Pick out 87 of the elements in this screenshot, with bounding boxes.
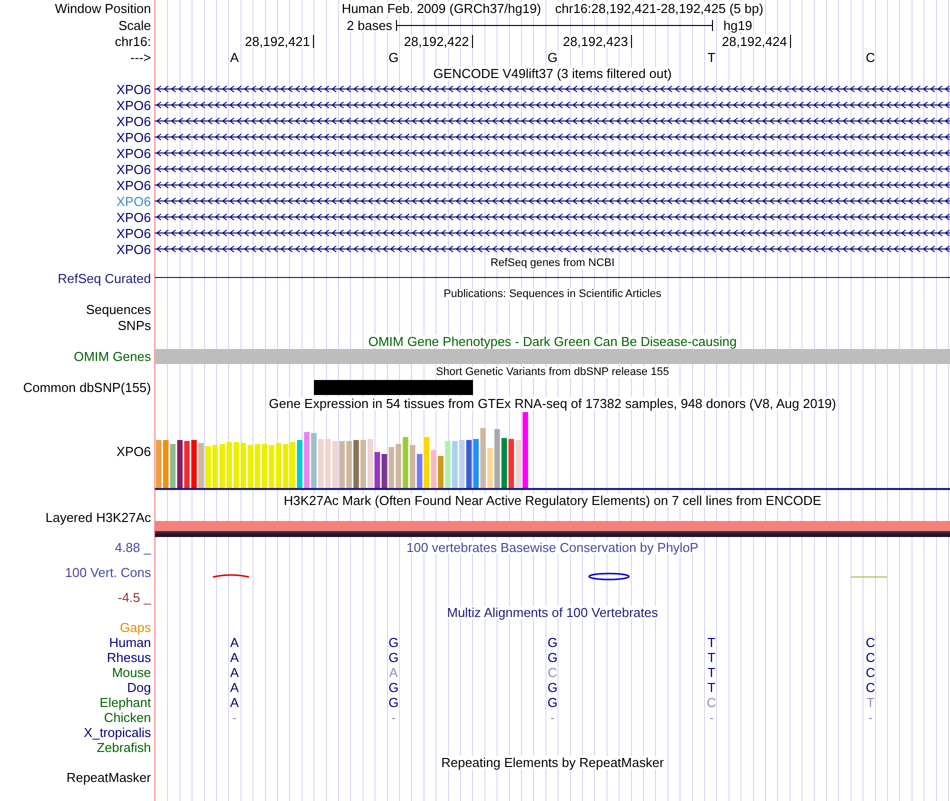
- gene-label[interactable]: XPO6: [116, 82, 151, 96]
- track-label[interactable]: Common dbSNP(155): [23, 381, 151, 394]
- alignment-base: T: [866, 696, 874, 709]
- scale-text: 2 bases: [346, 18, 392, 32]
- gene-label[interactable]: XPO6: [116, 146, 151, 160]
- coordinate-label: 28,192,423: [562, 34, 632, 48]
- gene-label[interactable]: XPO6: [116, 130, 151, 144]
- track-title: GENCODE V49lift37 (3 items filtered out): [433, 66, 672, 80]
- track-title: Publications: Sequences in Scientific Articles: [444, 288, 662, 300]
- species-label[interactable]: Human: [109, 636, 151, 649]
- track-title: Gene Expression in 54 tissues from GTEx RNA-seq of 17382 samples, 948 donors (V8, Aug 2019): [268, 397, 836, 410]
- track-title: OMIM Gene Phenotypes - Dark Green Can Be Disease-causing: [368, 335, 737, 348]
- alignment-base: A: [230, 636, 239, 649]
- alignment-base: A: [389, 666, 398, 679]
- alignment-base: G: [547, 681, 558, 694]
- alignment-base: G: [547, 651, 558, 664]
- track-label[interactable]: XPO6: [116, 444, 151, 458]
- base-letter: C: [866, 50, 876, 64]
- alignment-base: -: [709, 711, 714, 724]
- base-letter: A: [230, 50, 239, 64]
- species-label[interactable]: Elephant: [100, 696, 151, 709]
- alignment-base: G: [388, 636, 399, 649]
- track-title: Repeating Elements by RepeatMasker: [441, 756, 664, 769]
- gene-label[interactable]: XPO6: [116, 114, 151, 128]
- assembly-text: hg19: [723, 18, 752, 32]
- alignment-base: C: [866, 666, 876, 679]
- alignment-base: A: [230, 696, 239, 709]
- track-label[interactable]: RefSeq Curated: [58, 272, 151, 284]
- alignment-base: C: [548, 666, 558, 679]
- track-label[interactable]: Sequences: [86, 302, 151, 318]
- alignment-base: G: [547, 636, 558, 649]
- alignment-base: A: [230, 651, 239, 664]
- row-label: Window Position: [54, 2, 151, 15]
- track-label[interactable]: 100 Vert. Cons: [65, 566, 151, 579]
- gene-label[interactable]: XPO6: [116, 242, 151, 256]
- alignment-base: T: [708, 636, 716, 649]
- alignment-base: T: [708, 651, 716, 664]
- track-title: 100 vertebrates Basewise Conservation by PhyloP: [406, 541, 698, 554]
- species-label[interactable]: Rhesus: [106, 651, 151, 664]
- coordinate-label: 28,192,421: [244, 34, 314, 48]
- track-label[interactable]: Layered H3K27Ac: [45, 511, 151, 524]
- gene-label[interactable]: XPO6: [116, 162, 151, 176]
- base-letter: T: [708, 50, 716, 64]
- alignment-base: -: [550, 711, 555, 724]
- track-label[interactable]: SNPs: [118, 318, 151, 334]
- alignment-base: C: [866, 681, 876, 694]
- track-title: H3K27Ac Mark (Often Found Near Active Regulatory Elements) on 7 cell lines from ENCODE: [284, 494, 822, 506]
- alignment-base: G: [547, 696, 558, 709]
- alignment-base: G: [388, 681, 399, 694]
- track-title: Short Genetic Variants from dbSNP release 155: [436, 366, 670, 378]
- alignment-base: -: [232, 711, 237, 724]
- coordinate-label: 28,192,422: [404, 34, 473, 48]
- gene-label[interactable]: XPO6: [116, 98, 151, 112]
- row-label: Scale: [118, 18, 151, 32]
- row-label: chr16:: [114, 34, 151, 48]
- gene-label[interactable]: XPO6: [116, 194, 151, 208]
- alignment-base: C: [706, 696, 716, 709]
- row-label: --->: [130, 50, 151, 64]
- species-label[interactable]: X_tropicalis: [84, 726, 151, 739]
- alignment-base: G: [388, 696, 399, 709]
- axis-min-label: -4.5 _: [118, 591, 151, 604]
- alignment-base: -: [868, 711, 873, 724]
- alignment-base: -: [391, 711, 396, 724]
- track-title: RefSeq genes from NCBI: [490, 258, 615, 269]
- species-label[interactable]: Chicken: [104, 711, 151, 724]
- track-label[interactable]: RepeatMasker: [66, 770, 151, 786]
- alignment-base: T: [708, 666, 716, 679]
- track-label[interactable]: OMIM Genes: [74, 350, 151, 363]
- base-letter: G: [388, 50, 399, 64]
- alignment-base: T: [708, 681, 716, 694]
- alignment-base: A: [230, 681, 239, 694]
- gene-label[interactable]: XPO6: [116, 178, 151, 192]
- alignment-base: C: [866, 651, 876, 664]
- species-label[interactable]: Zebrafish: [96, 741, 151, 754]
- alignment-base: C: [866, 636, 876, 649]
- axis-max-label: 4.88 _: [114, 541, 151, 554]
- base-letter: G: [547, 50, 558, 64]
- gene-label[interactable]: XPO6: [116, 210, 151, 224]
- species-label[interactable]: Mouse: [112, 666, 151, 679]
- assembly-text: Human Feb. 2009 (GRCh37/hg19): [342, 2, 542, 15]
- species-label[interactable]: Dog: [127, 681, 151, 694]
- track-title: Multiz Alignments of 100 Vertebrates: [446, 606, 658, 619]
- position-range: chr16:28,192,421-28,192,425 (5 bp): [555, 2, 764, 15]
- alignment-base: A: [230, 666, 239, 679]
- coordinate-label: 28,192,424: [722, 34, 791, 48]
- alignment-base: G: [388, 651, 399, 664]
- gene-label[interactable]: XPO6: [116, 226, 151, 240]
